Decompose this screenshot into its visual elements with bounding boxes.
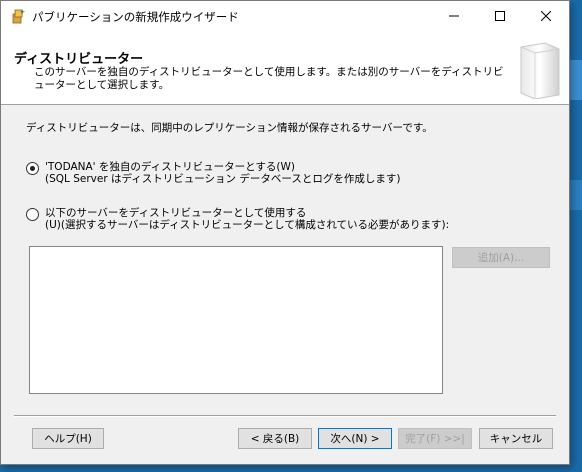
- server-icon: [520, 42, 560, 99]
- option-remote-sublabel: (U)(選択するサーバーはディストリビューターとして構成されている必要があります…: [45, 219, 450, 231]
- option-local-sublabel: (SQL Server はディストリビューション データベースとログを作成します…: [45, 173, 401, 185]
- minimize-button[interactable]: [431, 1, 477, 31]
- distributor-server-list[interactable]: [29, 246, 443, 394]
- wizard-window: パブリケーションの新規作成ウイザード ディストリビューター このサーバーを独自の…: [0, 0, 570, 465]
- close-icon: [541, 11, 551, 21]
- add-server-button[interactable]: 追加(A)...: [452, 247, 550, 268]
- title-bar: パブリケーションの新規作成ウイザード: [1, 1, 569, 31]
- radio-remote-distributor[interactable]: [26, 208, 39, 221]
- cancel-button[interactable]: キャンセル: [479, 428, 553, 449]
- next-button[interactable]: 次へ(N) >: [318, 428, 392, 449]
- minimize-icon: [449, 15, 459, 17]
- page-title: ディストリビューター: [14, 52, 144, 67]
- option-local-label: 'TODANA' を独自のディストリビューターとする(W): [45, 161, 295, 173]
- wizard-icon: [12, 9, 25, 24]
- finish-button[interactable]: 完了(F) >>|: [398, 428, 472, 449]
- wizard-header: ディストリビューター このサーバーを独自のディストリビューターとして使用します。…: [1, 31, 569, 105]
- close-button[interactable]: [523, 1, 569, 31]
- option-remote-label: 以下のサーバーをディストリビューターとして使用する: [45, 207, 307, 219]
- option-remote-distributor[interactable]: 以下のサーバーをディストリビューターとして使用する (U)(選択するサーバーはデ…: [26, 207, 449, 231]
- back-button[interactable]: < 戻る(B): [238, 428, 312, 449]
- page-description: このサーバーを独自のディストリビューターとして使用します。または別のサーバーをデ…: [34, 66, 504, 91]
- footer-divider: [14, 415, 556, 417]
- maximize-icon: [495, 11, 505, 21]
- radio-local-distributor[interactable]: [26, 162, 39, 175]
- maximize-button[interactable]: [477, 1, 523, 31]
- distributor-description: ディストリビューターは、同期中のレプリケーション情報が保存されるサーバーです。: [26, 122, 433, 134]
- option-local-distributor[interactable]: 'TODANA' を独自のディストリビューターとする(W) (SQL Serve…: [26, 161, 400, 185]
- window-title: パブリケーションの新規作成ウイザード: [32, 10, 239, 24]
- help-button[interactable]: ヘルプ(H): [32, 428, 104, 449]
